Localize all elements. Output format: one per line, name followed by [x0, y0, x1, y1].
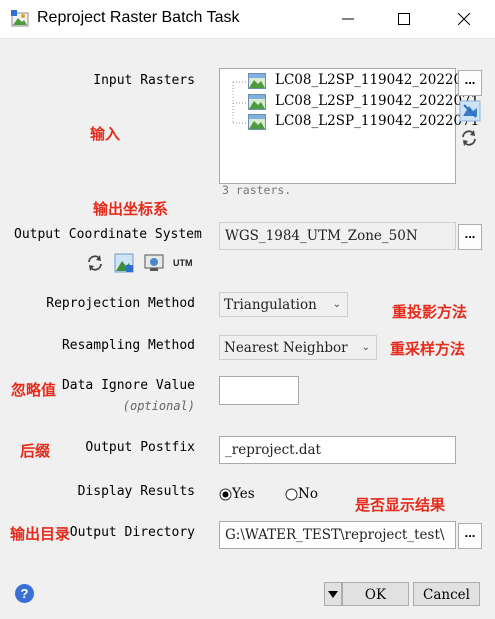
- browse-cs-button[interactable]: ...: [458, 224, 482, 250]
- display-yes-radio[interactable]: [219, 486, 232, 501]
- minimize-button[interactable]: [325, 0, 371, 38]
- display-results-label: Display Results: [77, 484, 195, 499]
- browse-directory-button[interactable]: ...: [458, 523, 482, 549]
- browse-rasters-button[interactable]: ...: [458, 70, 482, 96]
- chevron-down-icon: ⌄: [332, 299, 341, 310]
- raster-icon: [248, 114, 266, 130]
- optional-hint: (optional): [122, 399, 195, 413]
- raster-item[interactable]: LC08_L2SP_119042_2022071: [275, 93, 479, 111]
- chevron-down-icon: ⌄: [361, 342, 370, 353]
- resampling-method-value: Nearest Neighbor: [224, 340, 348, 356]
- raster-item[interactable]: LC08_L2SP_119042_2022071: [275, 72, 479, 90]
- display-no-radio[interactable]: [285, 486, 298, 501]
- minimize-icon: [342, 18, 354, 20]
- reprojection-method-label: Reprojection Method: [46, 296, 195, 311]
- refresh-cs-icon[interactable]: [86, 254, 104, 272]
- cancel-button[interactable]: Cancel: [413, 582, 480, 606]
- title-bar: Reproject Raster Batch Task: [0, 0, 495, 39]
- select-from-view-icon[interactable]: [144, 253, 164, 273]
- close-button[interactable]: [441, 0, 487, 38]
- resampling-method-label: Resampling Method: [61, 338, 195, 353]
- output-directory-input[interactable]: G:\WATER_TEST\reproject_test\: [219, 521, 456, 549]
- maximize-button[interactable]: [381, 0, 427, 38]
- rasters-count: 3 rasters.: [222, 183, 292, 197]
- raster-icon: [248, 73, 266, 89]
- annotation-coordinate-system: 输出坐标系: [93, 200, 169, 218]
- select-from-raster-icon[interactable]: [114, 253, 134, 273]
- display-yes-label[interactable]: Yes: [232, 486, 255, 502]
- utm-icon[interactable]: UTM: [173, 258, 193, 268]
- annotation-output-dir: 输出目录: [10, 525, 71, 543]
- output-directory-label: Output Directory: [69, 525, 195, 540]
- radio-unchecked-icon: [285, 488, 298, 501]
- resampling-method-select[interactable]: Nearest Neighbor ⌄: [219, 335, 377, 360]
- raster-icon: [248, 94, 266, 110]
- annotation-ignore: 忽略值: [11, 381, 57, 399]
- output-postfix-input[interactable]: _reproject.dat: [219, 436, 456, 464]
- reprojection-method-select[interactable]: Triangulation ⌄: [219, 292, 348, 317]
- data-ignore-input[interactable]: [219, 376, 299, 405]
- output-cs-label: Output Coordinate System: [14, 227, 202, 242]
- annotation-resampling: 重采样方法: [390, 340, 466, 358]
- window-title: Reproject Raster Batch Task: [37, 9, 240, 26]
- refresh-icon[interactable]: [460, 129, 478, 147]
- caret-down-icon: [328, 591, 338, 598]
- remove-raster-icon[interactable]: [459, 100, 481, 122]
- annotation-reprojection: 重投影方法: [392, 303, 468, 321]
- close-icon: [458, 13, 470, 25]
- help-icon[interactable]: ?: [15, 584, 34, 603]
- annotation-postfix: 后缀: [20, 442, 51, 460]
- data-ignore-label: Data Ignore Value: [61, 378, 195, 393]
- annotation-display: 是否显示结果: [355, 496, 446, 514]
- ok-options-button[interactable]: [324, 582, 342, 606]
- output-postfix-label: Output Postfix: [85, 440, 195, 455]
- input-rasters-label: Input Rasters: [93, 73, 195, 88]
- app-icon: [11, 10, 29, 27]
- ok-button[interactable]: OK: [342, 582, 409, 606]
- maximize-icon: [398, 13, 410, 25]
- reprojection-method-value: Triangulation: [224, 297, 317, 313]
- annotation-input: 输入: [90, 125, 121, 143]
- radio-checked-icon: [219, 488, 232, 501]
- raster-item[interactable]: LC08_L2SP_119042_2022071: [275, 113, 479, 131]
- output-cs-field[interactable]: WGS_1984_UTM_Zone_50N: [219, 222, 456, 250]
- display-no-label[interactable]: No: [298, 486, 318, 502]
